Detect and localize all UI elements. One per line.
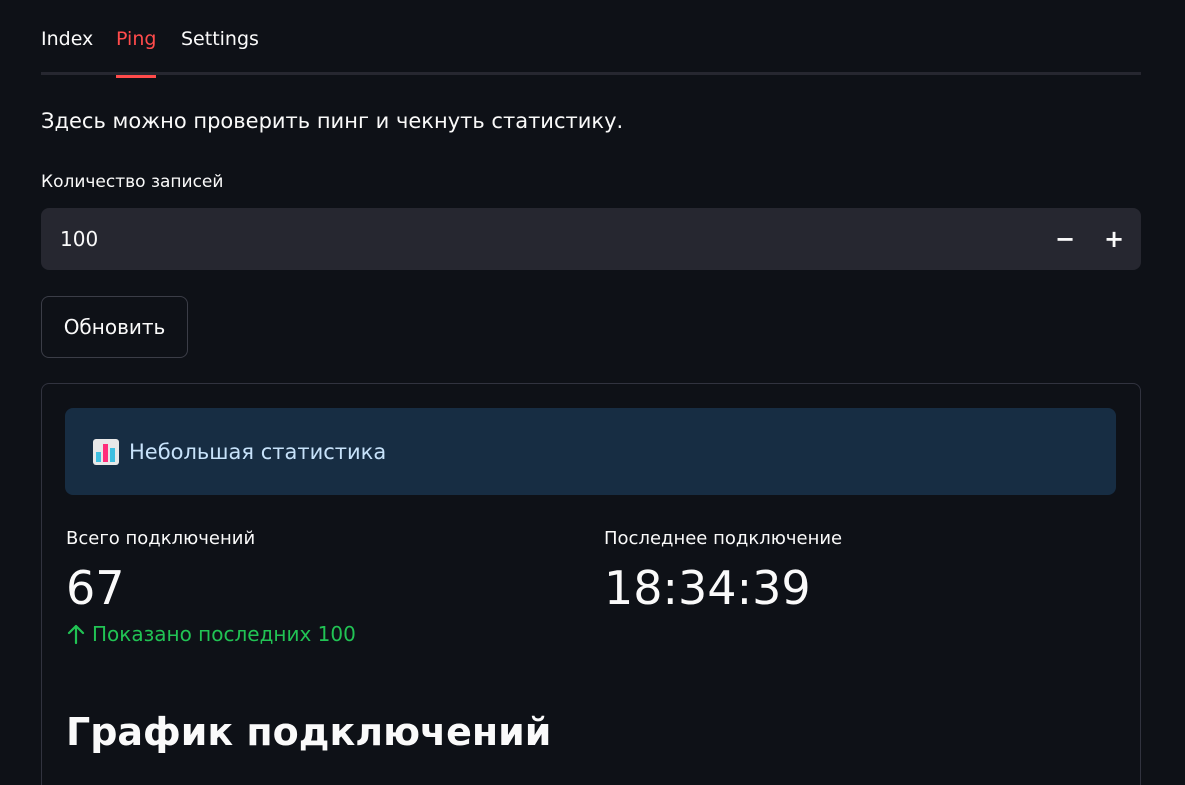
ping-page: Index Ping Settings Здесь можно проверит… bbox=[0, 0, 1185, 785]
total-connections-metric: Всего подключений 67 Показано последних … bbox=[66, 528, 356, 646]
metric-value: 67 bbox=[66, 561, 125, 615]
chart-section-title: График подключений bbox=[66, 710, 552, 754]
intro-text: Здесь можно проверить пинг и чекнуть ста… bbox=[41, 109, 624, 133]
stats-container: Небольшая статистика Всего подключений 6… bbox=[41, 383, 1141, 785]
info-title: Небольшая статистика bbox=[129, 439, 387, 464]
bar-chart-icon bbox=[93, 438, 119, 465]
records-count-label: Количество записей bbox=[41, 172, 224, 192]
metric-label: Последнее подключение bbox=[604, 528, 843, 549]
tab-settings[interactable]: Settings bbox=[181, 28, 259, 75]
metric-value: 18:34:39 bbox=[604, 561, 811, 615]
arrow-up-icon bbox=[67, 624, 85, 644]
records-count-input[interactable] bbox=[41, 208, 1041, 270]
info-box: Небольшая статистика bbox=[65, 408, 1116, 495]
records-count-stepper: − + bbox=[41, 208, 1141, 270]
tab-index[interactable]: Index bbox=[41, 28, 93, 75]
decrement-button[interactable]: − bbox=[1040, 208, 1090, 270]
metric-label: Всего подключений bbox=[66, 528, 256, 549]
tab-ping[interactable]: Ping bbox=[116, 28, 157, 78]
metric-delta: Показано последних 100 bbox=[66, 622, 356, 646]
last-connection-metric: Последнее подключение 18:34:39 bbox=[604, 528, 842, 614]
increment-button[interactable]: + bbox=[1089, 208, 1139, 270]
metric-delta-text: Показано последних 100 bbox=[92, 621, 356, 646]
refresh-button[interactable]: Обновить bbox=[41, 296, 188, 358]
tab-bar: Index Ping Settings bbox=[41, 0, 1141, 78]
